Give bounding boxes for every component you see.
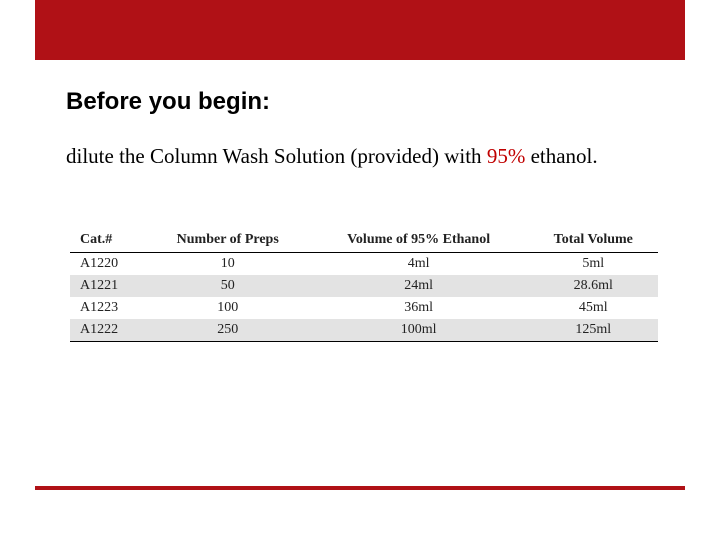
cell-preps: 100 — [147, 297, 309, 319]
cell-cat: A1220 — [70, 253, 147, 276]
table-body: A1220 10 4ml 5ml A1221 50 24ml 28.6ml A1… — [70, 253, 658, 342]
body-text: dilute the Column Wash Solution (provide… — [66, 143, 626, 169]
cell-preps: 10 — [147, 253, 309, 276]
body-highlight: 95% — [487, 144, 526, 168]
slide: Before you begin: dilute the Column Wash… — [0, 0, 720, 540]
section-heading: Before you begin: — [66, 88, 270, 116]
table-row: A1223 100 36ml 45ml — [70, 297, 658, 319]
body-post: ethanol. — [525, 144, 597, 168]
col-total: Total Volume — [529, 228, 658, 253]
cell-total: 28.6ml — [529, 275, 658, 297]
cell-ethanol: 24ml — [309, 275, 529, 297]
col-ethanol: Volume of 95% Ethanol — [309, 228, 529, 253]
header-bar — [35, 0, 685, 60]
footer-rule — [35, 486, 685, 490]
table-row: A1220 10 4ml 5ml — [70, 253, 658, 276]
dilution-table-wrap: Cat.# Number of Preps Volume of 95% Etha… — [70, 228, 658, 342]
col-preps: Number of Preps — [147, 228, 309, 253]
dilution-table: Cat.# Number of Preps Volume of 95% Etha… — [70, 228, 658, 342]
cell-preps: 250 — [147, 319, 309, 342]
cell-ethanol: 4ml — [309, 253, 529, 276]
cell-cat: A1223 — [70, 297, 147, 319]
body-pre: dilute the Column Wash Solution (provide… — [66, 144, 487, 168]
col-cat: Cat.# — [70, 228, 147, 253]
cell-ethanol: 36ml — [309, 297, 529, 319]
table-row: A1221 50 24ml 28.6ml — [70, 275, 658, 297]
cell-cat: A1222 — [70, 319, 147, 342]
cell-total: 5ml — [529, 253, 658, 276]
cell-preps: 50 — [147, 275, 309, 297]
cell-total: 45ml — [529, 297, 658, 319]
cell-ethanol: 100ml — [309, 319, 529, 342]
table-header-row: Cat.# Number of Preps Volume of 95% Etha… — [70, 228, 658, 253]
cell-cat: A1221 — [70, 275, 147, 297]
table-row: A1222 250 100ml 125ml — [70, 319, 658, 342]
cell-total: 125ml — [529, 319, 658, 342]
